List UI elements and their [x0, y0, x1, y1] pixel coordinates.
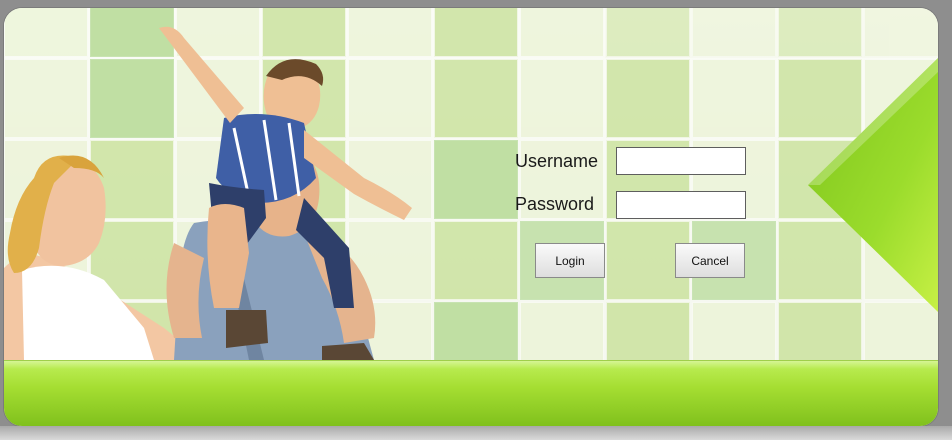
password-label: Password [515, 194, 595, 214]
window-bottom-edge [0, 426, 952, 440]
login-panel: Username Password Login Cancel [4, 8, 938, 426]
arrow-decoration-icon [808, 58, 938, 312]
username-label: Username [515, 151, 599, 171]
login-button[interactable]: Login [535, 243, 605, 278]
family-photo-icon [4, 26, 412, 360]
username-input[interactable] [616, 147, 746, 175]
footer-band [4, 360, 938, 426]
password-input[interactable] [616, 191, 746, 219]
cancel-button[interactable]: Cancel [675, 243, 745, 278]
